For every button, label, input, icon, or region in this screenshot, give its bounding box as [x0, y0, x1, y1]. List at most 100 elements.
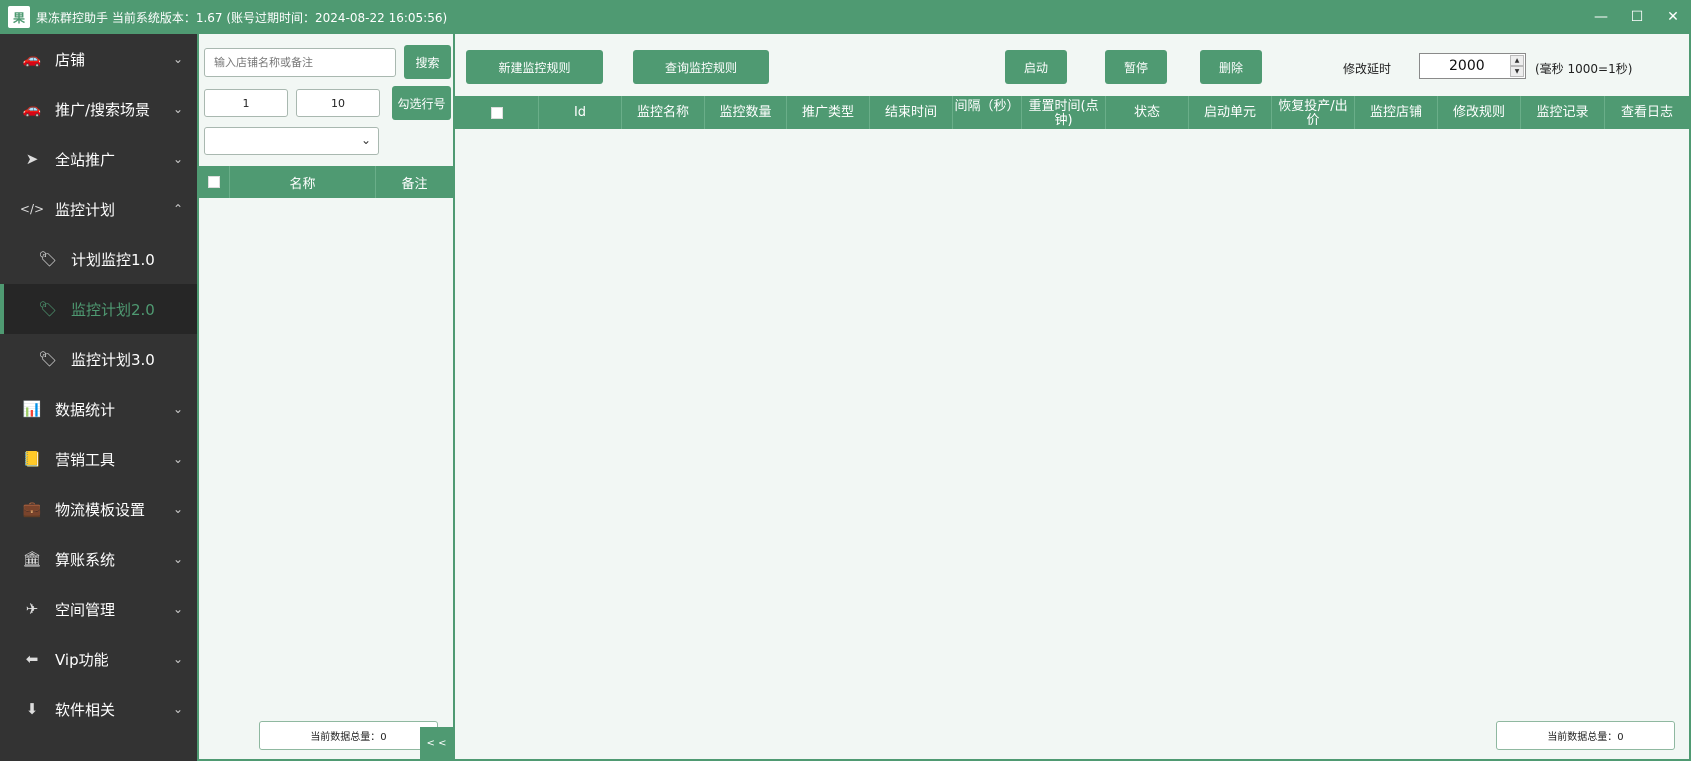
- sidebar-item-label: 数据统计: [55, 400, 116, 419]
- chevron-down-icon: ⌄: [172, 502, 183, 516]
- new-monitor-rule-button[interactable]: 新建监控规则: [466, 50, 603, 84]
- sidebar-subitem-monitor-plan-3[interactable]: 🏷 监控计划3.0: [0, 334, 197, 384]
- car-icon: 🚗: [22, 50, 42, 68]
- sidebar-item-monitor-plan[interactable]: </> 监控计划 ⌃: [0, 184, 197, 234]
- tag-icon: 🏷: [38, 250, 58, 268]
- shop-panel: 搜索 勾选行号 ⌄ 名称 备注 当前数据总量：0 < <: [199, 34, 453, 759]
- spin-down-icon[interactable]: ▼: [1510, 66, 1524, 77]
- app-logo: 果: [8, 6, 30, 28]
- column-header-monitor-name[interactable]: 监控名称: [622, 96, 705, 129]
- chevron-down-icon: ⌄: [172, 702, 183, 716]
- sidebar-item-marketing-tools[interactable]: 📒 营销工具 ⌄: [0, 434, 197, 484]
- main-panel: 新建监控规则 查询监控规则 启动 暂停 删除 修改延时 2000 ▲ ▼ (毫秒…: [455, 34, 1689, 759]
- select-all-checkbox[interactable]: [208, 176, 220, 188]
- chevron-down-icon: ⌄: [172, 152, 183, 166]
- column-header-edit-rule[interactable]: 修改规则: [1438, 96, 1521, 129]
- shop-select[interactable]: ⌄: [204, 127, 379, 155]
- sidebar-item-space-management[interactable]: ✈ 空间管理 ⌄: [0, 584, 197, 634]
- title-bar: 果 果冻群控助手 当前系统版本：1.67 (账号过期时间：2024-08-22 …: [0, 0, 1691, 34]
- bank-icon: 🏛: [22, 550, 42, 568]
- close-icon[interactable]: ✕: [1655, 0, 1691, 34]
- sidebar-item-label: 软件相关: [55, 700, 116, 719]
- shop-total-count: 当前数据总量：0: [259, 721, 438, 750]
- chevron-up-icon: ⌃: [172, 202, 183, 216]
- delay-value: 2000: [1449, 58, 1485, 74]
- column-header-promotion-type[interactable]: 推广类型: [787, 96, 870, 129]
- briefcase-icon: 💼: [22, 500, 42, 518]
- delay-stepper[interactable]: 2000 ▲ ▼: [1419, 53, 1526, 79]
- select-all-checkbox[interactable]: [490, 106, 503, 119]
- code-icon: </>: [19, 202, 45, 216]
- column-header-monitor-count[interactable]: 监控数量: [705, 96, 787, 129]
- column-header-view-log[interactable]: 查看日志: [1605, 96, 1689, 129]
- delete-button[interactable]: 删除: [1200, 50, 1262, 84]
- pause-button[interactable]: 暂停: [1105, 50, 1167, 84]
- contact-book-icon: 📒: [22, 450, 42, 468]
- chevron-down-icon: ⌄: [172, 452, 183, 466]
- sidebar-subitem-monitor-plan-2[interactable]: 🏷 监控计划2.0: [0, 284, 197, 334]
- minimize-icon[interactable]: —: [1583, 0, 1619, 34]
- bar-chart-icon: 📊: [22, 400, 42, 418]
- download-circle-icon: ⬇: [25, 700, 39, 718]
- sidebar-item-label: 监控计划: [55, 200, 116, 219]
- select-all-cell: [199, 166, 230, 198]
- car-icon: 🚗: [22, 100, 42, 118]
- column-header-restore-bid[interactable]: 恢复投产/出价: [1272, 96, 1355, 129]
- sidebar-item-vip[interactable]: ⬅ Vip功能 ⌄: [0, 634, 197, 684]
- column-header-interval[interactable]: 间隔（秒）: [953, 96, 1022, 129]
- sidebar-item-shop[interactable]: 🚗 店铺 ⌄: [0, 34, 197, 84]
- column-header-start-unit[interactable]: 启动单元: [1189, 96, 1272, 129]
- column-header-monitor-shop[interactable]: 监控店铺: [1355, 96, 1438, 129]
- query-monitor-rule-button[interactable]: 查询监控规则: [633, 50, 769, 84]
- delay-label: 修改延时: [1343, 62, 1392, 76]
- column-header-status[interactable]: 状态: [1106, 96, 1189, 129]
- check-rows-button[interactable]: 勾选行号: [392, 86, 451, 120]
- sidebar-item-label: 物流模板设置: [55, 500, 146, 519]
- shop-table-header: 名称 备注: [199, 166, 453, 198]
- collapse-panel-button[interactable]: < <: [420, 727, 453, 759]
- arrow-left-icon: ⬅: [25, 650, 39, 668]
- range-end-input[interactable]: [296, 89, 380, 117]
- tag-icon: 🏷: [38, 350, 58, 368]
- sidebar-item-label: 店铺: [55, 50, 86, 69]
- chevron-down-icon: ⌄: [172, 402, 183, 416]
- sidebar-item-label: 空间管理: [55, 600, 116, 619]
- column-header-end-time[interactable]: 结束时间: [870, 96, 953, 129]
- chevron-down-icon: ⌄: [360, 133, 371, 147]
- sidebar: 🚗 店铺 ⌄ 🚗 推广/搜索场景 ⌄ ➤ 全站推广 ⌄ </> 监控计划 ⌃ 🏷…: [0, 34, 197, 761]
- chevron-down-icon: ⌄: [172, 52, 183, 66]
- column-header-id[interactable]: Id: [539, 96, 622, 129]
- sidebar-item-site-promotion[interactable]: ➤ 全站推广 ⌄: [0, 134, 197, 184]
- spin-up-icon[interactable]: ▲: [1510, 55, 1524, 66]
- maximize-icon[interactable]: ☐: [1619, 0, 1655, 34]
- column-header-name[interactable]: 名称: [230, 166, 376, 198]
- sidebar-item-label: 营销工具: [55, 450, 116, 469]
- chevron-down-icon: ⌄: [172, 552, 183, 566]
- monitor-total-count: 当前数据总量：0: [1496, 721, 1675, 750]
- column-header-remark[interactable]: 备注: [376, 166, 453, 198]
- sidebar-item-accounting[interactable]: 🏛 算账系统 ⌄: [0, 534, 197, 584]
- search-button[interactable]: 搜索: [404, 45, 451, 79]
- window-title: 果冻群控助手 当前系统版本：1.67 (账号过期时间：2024-08-22 16…: [36, 10, 448, 25]
- sidebar-item-statistics[interactable]: 📊 数据统计 ⌄: [0, 384, 197, 434]
- column-header-monitor-records[interactable]: 监控记录: [1521, 96, 1605, 129]
- delay-note: (毫秒 1000=1秒): [1535, 62, 1633, 76]
- chevron-down-icon: ⌄: [172, 102, 183, 116]
- sidebar-item-promotion-search[interactable]: 🚗 推广/搜索场景 ⌄: [0, 84, 197, 134]
- sidebar-item-logistics-template[interactable]: 💼 物流模板设置 ⌄: [0, 484, 197, 534]
- select-all-cell: [455, 96, 539, 129]
- location-arrow-icon: ➤: [25, 150, 39, 168]
- start-button[interactable]: 启动: [1005, 50, 1067, 84]
- sidebar-subitem-plan-monitor-1[interactable]: 🏷 计划监控1.0: [0, 234, 197, 284]
- sidebar-item-software[interactable]: ⬇ 软件相关 ⌄: [0, 684, 197, 734]
- monitor-table-header: Id 监控名称 监控数量 推广类型 结束时间 间隔（秒） 重置时间(点钟) 状态…: [455, 96, 1689, 129]
- range-start-input[interactable]: [204, 89, 288, 117]
- shop-search-input[interactable]: [204, 48, 396, 77]
- sidebar-item-label: 监控计划3.0: [71, 350, 155, 369]
- sidebar-item-label: 监控计划2.0: [71, 300, 155, 319]
- column-header-reset-time[interactable]: 重置时间(点钟): [1022, 96, 1106, 129]
- chevron-down-icon: ⌄: [172, 602, 183, 616]
- sidebar-item-label: Vip功能: [55, 650, 109, 669]
- delay-spinner: ▲ ▼: [1510, 55, 1524, 77]
- chevron-down-icon: ⌄: [172, 652, 183, 666]
